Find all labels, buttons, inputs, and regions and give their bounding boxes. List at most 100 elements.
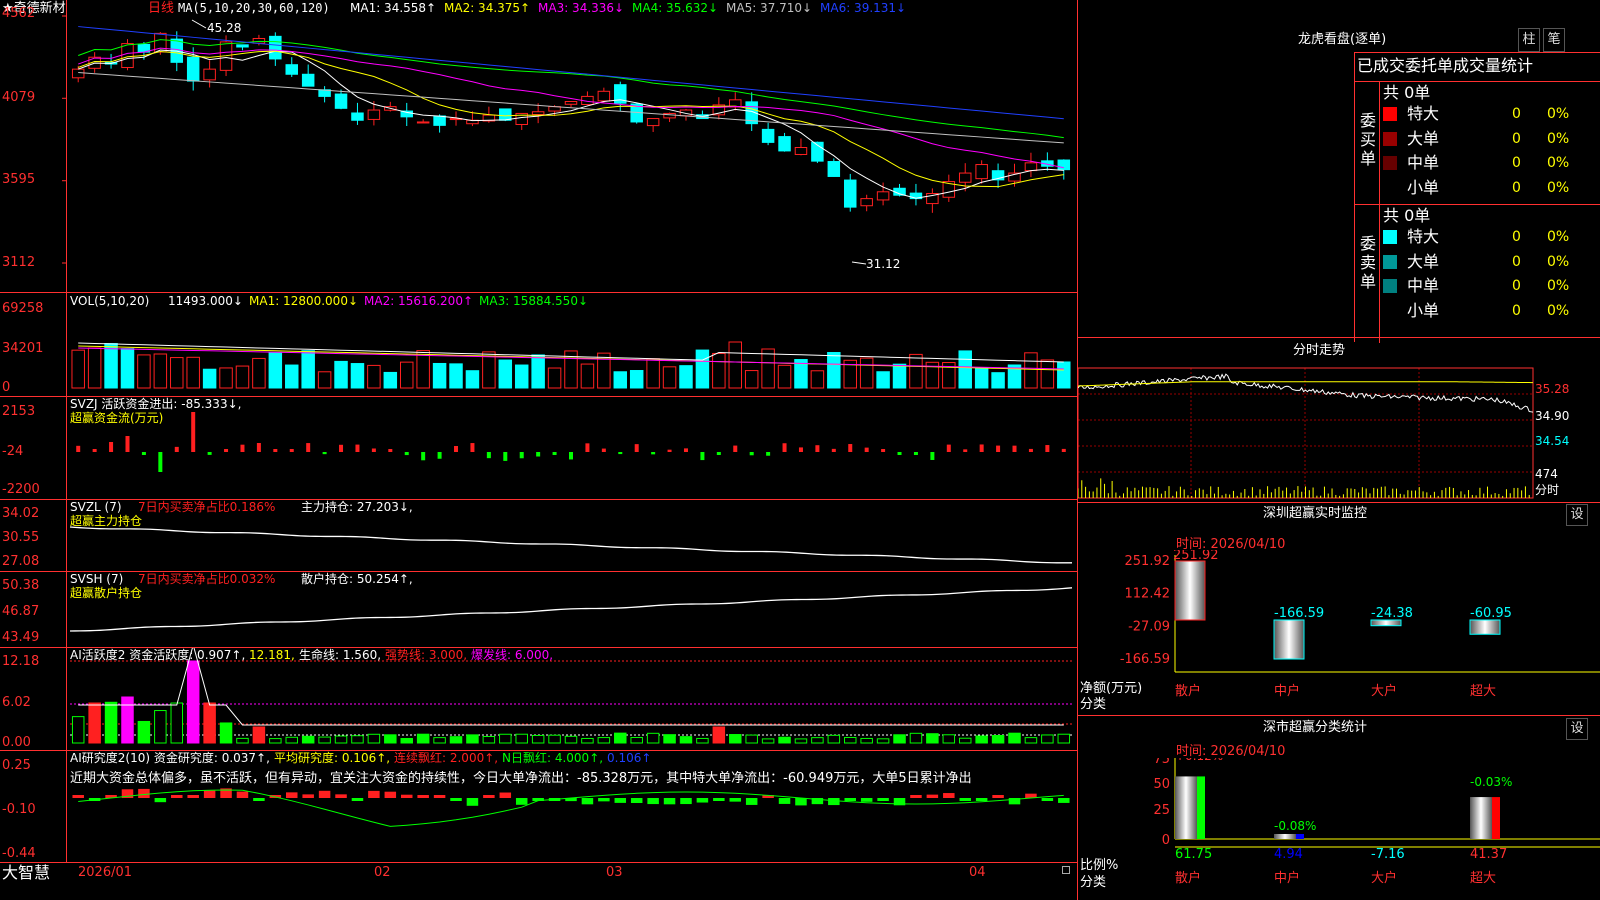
ai1-bar bbox=[104, 701, 118, 744]
rt-monitor-chart[interactable]: 251.92 112.42 -27.09 -166.59 251.92 散户 -166.59… bbox=[1078, 550, 1600, 710]
volume-bar bbox=[137, 354, 151, 389]
svzj-bar bbox=[536, 452, 541, 457]
ai1-legend-item-2: 生命线: 1.560, bbox=[299, 648, 382, 662]
ai-research-chart[interactable] bbox=[0, 750, 1077, 862]
ai-comment: 近期大资金总体偏多，虽不活跃，但有异动，宜关注大资金的持续性，今日大单净流出：-… bbox=[70, 771, 972, 786]
ai1-bar bbox=[137, 720, 151, 744]
ai2-bar bbox=[745, 798, 758, 805]
volume-panel[interactable]: VOL(5,10,20) 11493.000↓ MA1: 12800.000↓ MA… bbox=[0, 293, 1077, 396]
ai1-bar bbox=[843, 736, 857, 744]
intraday-chart[interactable] bbox=[1078, 362, 1600, 502]
volume-bar bbox=[744, 370, 759, 389]
lock-icon[interactable] bbox=[1062, 866, 1070, 874]
cls-value-label: -7.16 bbox=[1371, 847, 1405, 862]
svzj-bar bbox=[158, 452, 163, 472]
chart-area[interactable]: ★奇德新材 日线 MA(5,10,20,30,60,120) MA1: 34.5… bbox=[0, 0, 1077, 900]
buy-row-value: 0 bbox=[1512, 130, 1521, 147]
sell-row-name: 特大 bbox=[1407, 227, 1440, 246]
cls-time: 时间: 2026/04/10 bbox=[1176, 744, 1286, 759]
volume-bar bbox=[432, 362, 447, 389]
volume-bar bbox=[777, 364, 792, 389]
sell-row-name: 大单 bbox=[1407, 251, 1440, 271]
ma-legend-item-1: MA2: 34.375↑ bbox=[444, 1, 531, 15]
cls-chart[interactable]: 75 50 25 0 +0.12% 61.75 散户 -0.08% 4.94 中户 -7.16 大户 -… bbox=[1078, 758, 1600, 900]
buy-row-name: 特大 bbox=[1407, 104, 1440, 123]
svzl-ratio: 7日内买卖净占比0.186% bbox=[138, 500, 276, 514]
buy-orders-label: 委买单 bbox=[1359, 111, 1376, 168]
ai1-bar bbox=[416, 733, 430, 744]
volume-bar bbox=[383, 371, 398, 389]
svzl-panel[interactable]: SVZL (7) 7日内买卖净占比0.186% 主力持仓: 27.203↓, 超… bbox=[0, 499, 1077, 571]
date-label-feb: 02 bbox=[374, 865, 391, 880]
svzj-bar bbox=[224, 449, 229, 452]
ai1-bar bbox=[203, 702, 216, 744]
ai1-bar bbox=[663, 734, 676, 744]
svsh-axis-label-0: 50.38 bbox=[2, 578, 40, 593]
buy-row-name: 中单 bbox=[1407, 153, 1440, 172]
tick-view-button[interactable]: 笔 bbox=[1543, 28, 1565, 52]
bar-view-button[interactable]: 柱 bbox=[1518, 28, 1540, 52]
cls-settings-button[interactable]: 设 bbox=[1566, 718, 1588, 740]
volume-bar bbox=[827, 352, 841, 389]
svzj-bar bbox=[651, 452, 656, 455]
svzj-bar bbox=[240, 444, 245, 452]
kline-panel[interactable]: ★奇德新材 日线 MA(5,10,20,30,60,120) MA1: 34.5… bbox=[0, 0, 1077, 292]
cls-cat-label: 中户 bbox=[1274, 870, 1300, 886]
volume-bar bbox=[170, 357, 184, 389]
ai1-bar bbox=[926, 733, 939, 744]
svsh-panel[interactable]: SVSH (7) 7日内买卖净占比0.032% 散户持仓: 50.254↑, 超… bbox=[0, 571, 1077, 647]
ai2-bar bbox=[368, 790, 380, 798]
ai-activity-panel[interactable]: AI活跃度2 资金活跃度: 0.907↑, 12.181, 生命线: 1.560, 强… bbox=[0, 647, 1077, 750]
price-axis-label-1: 4079 bbox=[2, 90, 36, 105]
ai2-bar bbox=[483, 795, 495, 798]
candle-body bbox=[958, 172, 972, 183]
ai-research-panel[interactable]: AI研究度2(10) 资金研究度: 0.037↑, 平均研究度: 0.106↑, 连… bbox=[0, 750, 1077, 862]
svzj-bar bbox=[946, 444, 951, 452]
ai2-legend-item-2: 连续飘红: 2.000↑, bbox=[394, 751, 499, 765]
ai2-legend-item-4: 0.106↑ bbox=[607, 751, 652, 765]
ai2-bar bbox=[417, 795, 429, 798]
ai1-bar bbox=[301, 735, 315, 744]
svzj-bar bbox=[831, 448, 836, 452]
svzj-panel[interactable]: SVZJ 活跃资金进出: -85.333↓, 超赢资金流(万元) 2153 -24… bbox=[0, 396, 1077, 499]
svzj-bar bbox=[355, 444, 360, 452]
ai2-bar bbox=[154, 798, 167, 803]
ai1-bar bbox=[334, 735, 348, 744]
svzj-bar bbox=[585, 443, 590, 452]
volume-bar bbox=[662, 366, 677, 389]
candle-body bbox=[416, 121, 430, 124]
longhu-title: 龙虎看盘(逐单) bbox=[1298, 32, 1387, 47]
ai1-bar bbox=[1024, 737, 1038, 744]
svzj-bar bbox=[322, 452, 327, 455]
ai2-bar bbox=[351, 798, 364, 801]
candle-body bbox=[794, 147, 808, 155]
ai1-bar bbox=[679, 736, 693, 744]
cls-bar-accent bbox=[1492, 797, 1500, 839]
ai2-bar bbox=[959, 798, 971, 801]
svzj-bar bbox=[470, 443, 475, 452]
svzj-bar bbox=[552, 452, 557, 455]
cls-pct-label: +0.12% bbox=[1175, 758, 1223, 763]
ai1-axis-label-1: 6.02 bbox=[2, 695, 31, 710]
ai2-bar bbox=[860, 798, 873, 802]
ma-prefix: MA(5,10,20,30,60,120) bbox=[178, 1, 330, 15]
period-label[interactable]: 日线 bbox=[148, 1, 174, 16]
date-axis: 大智慧 2026/01 02 03 04 bbox=[0, 862, 1077, 900]
ai2-bar bbox=[400, 794, 413, 798]
ai2-bar bbox=[302, 794, 314, 798]
svzj-bar bbox=[798, 447, 803, 452]
ai2-bar bbox=[499, 792, 512, 798]
kline-chart[interactable] bbox=[0, 0, 1077, 292]
cls-cat-label: 散户 bbox=[1175, 870, 1201, 886]
candle-body bbox=[1024, 162, 1038, 172]
svzj-bar bbox=[486, 452, 491, 459]
ai1-bar bbox=[991, 735, 1005, 744]
sell-row-value: 0 bbox=[1512, 229, 1521, 245]
ai2-bar bbox=[253, 798, 265, 801]
rt-settings-button[interactable]: 设 bbox=[1566, 504, 1588, 526]
sell-row-pct: 0% bbox=[1547, 229, 1570, 245]
sell-row-value: 0 bbox=[1512, 302, 1521, 319]
cls-pct-label: -0.08% bbox=[1274, 819, 1316, 833]
svzj-bar bbox=[76, 445, 81, 452]
ai2-bar bbox=[72, 795, 84, 798]
